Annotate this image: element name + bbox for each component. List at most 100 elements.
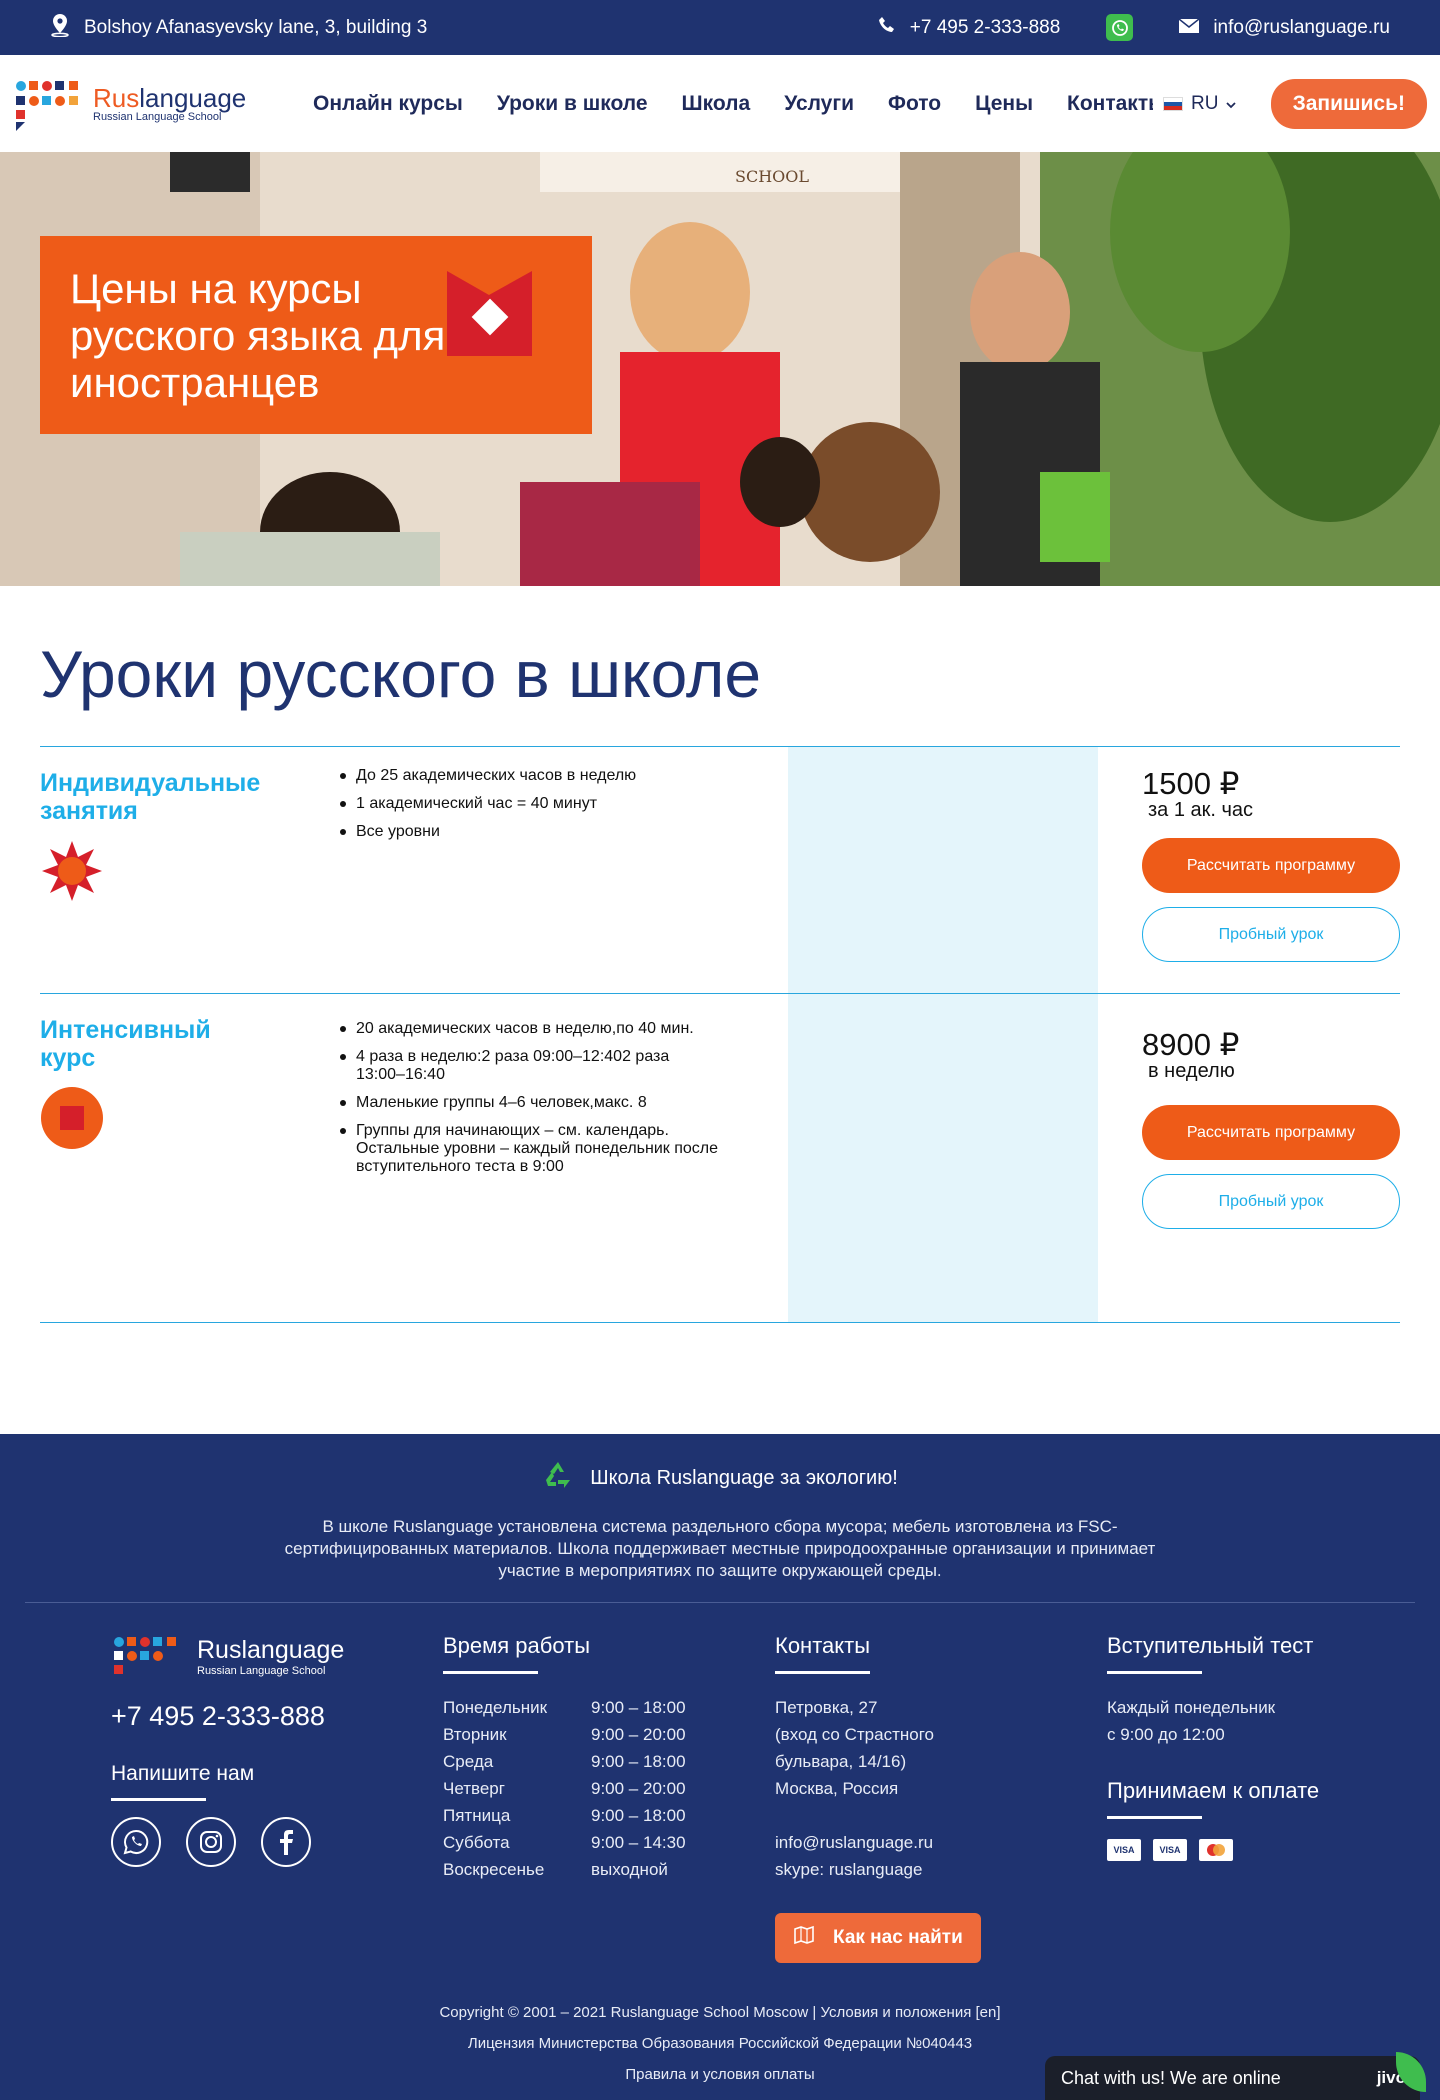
price-block: 8900 ₽ в неделю Рассчитать программу Про… bbox=[1142, 994, 1400, 1322]
price-amount: 8900 ₽ bbox=[1142, 1027, 1240, 1062]
language-selector[interactable]: RU bbox=[1163, 92, 1237, 115]
nav-school[interactable]: Школа bbox=[682, 92, 751, 116]
language-code: RU bbox=[1191, 92, 1219, 114]
contact-skype[interactable]: skype: ruslanguage bbox=[775, 1856, 1107, 1883]
address: Bolshoy Afanasyevsky lane, 3, building 3 bbox=[50, 13, 878, 43]
hours-row: Четверг 9:00 – 20:00 bbox=[443, 1779, 686, 1798]
price-table: Индивидуальные занятия До 25 академическ… bbox=[40, 746, 1400, 1323]
visa-electron-card-icon: VISA bbox=[1153, 1839, 1187, 1861]
nav-prices[interactable]: Цены bbox=[975, 92, 1033, 116]
price-row-individual: Индивидуальные занятия До 25 академическ… bbox=[40, 747, 1400, 994]
title-underline bbox=[1107, 1816, 1202, 1819]
calculate-program-button[interactable]: Рассчитать программу bbox=[1142, 838, 1400, 893]
whatsapp-icon[interactable] bbox=[1106, 14, 1134, 41]
test-title: Вступительный тест bbox=[1107, 1633, 1314, 1658]
phone-icon bbox=[878, 16, 896, 40]
hero-title-card: Цены на курсы русского языка для иностра… bbox=[40, 236, 592, 434]
nav-online-courses[interactable]: Онлайн курсы bbox=[313, 92, 463, 116]
school-lessons-section: Уроки русского в школе Индивидуальные за… bbox=[0, 636, 1440, 1323]
price-row-intensive: Интенсивный курс 20 академических часов … bbox=[40, 994, 1400, 1323]
footer-contacts-col: Контакты Петровка, 27 (вход со Страстног… bbox=[775, 1633, 1107, 1963]
features-list: До 25 академических часов в неделю 1 ака… bbox=[340, 747, 788, 993]
trial-lesson-button[interactable]: Пробный урок bbox=[1142, 907, 1400, 962]
footer: Школа Ruslanguage за экологию! В школе R… bbox=[0, 1434, 1440, 2100]
hours-row: Воскресенье выходной bbox=[443, 1860, 668, 1879]
title-underline bbox=[775, 1671, 870, 1674]
list-item: 4 раза в неделю:2 раза 09:00–12:402 раза… bbox=[340, 1048, 720, 1084]
footer-logo-sub: Russian Language School bbox=[197, 1664, 326, 1677]
footer-brand-col: Ruslanguage Russian Language School +7 4… bbox=[111, 1633, 443, 1963]
footer-logo-brand: Ruslanguage bbox=[197, 1635, 345, 1664]
list-item: Все уровни bbox=[340, 823, 788, 841]
price-block: 1500 ₽ за 1 ак. час Рассчитать программу… bbox=[1142, 747, 1400, 993]
russia-flag-icon bbox=[1163, 96, 1184, 111]
logo-brand: Ruslanguage bbox=[93, 82, 247, 113]
contact-line: (вход со Страстного bbox=[775, 1725, 934, 1744]
payment-title: Принимаем к оплате bbox=[1107, 1778, 1320, 1803]
ruslanguage-emblem-icon bbox=[447, 271, 532, 356]
price-unit: за 1 ак. час bbox=[1148, 799, 1254, 821]
logo-mosaic-icon bbox=[13, 76, 87, 132]
chat-widget[interactable]: Chat with us! We are online jivo bbox=[1045, 2052, 1426, 2100]
price-amount: 1500 ₽ bbox=[1142, 766, 1240, 801]
list-item: Группы для начинающих – см. календарь. О… bbox=[340, 1122, 720, 1176]
nav-school-lessons[interactable]: Уроки в школе bbox=[497, 92, 648, 116]
chevron-down-icon bbox=[1226, 93, 1237, 115]
location-pin-icon bbox=[50, 13, 70, 43]
footer-test-col: Вступительный тест Каждый понедельник с … bbox=[1107, 1633, 1439, 1963]
title-underline bbox=[111, 1798, 206, 1801]
email-text: info@ruslanguage.ru bbox=[1213, 16, 1390, 38]
chat-label: Chat with us! We are online bbox=[1061, 2067, 1281, 2088]
footer-logo-mosaic-icon bbox=[114, 1637, 176, 1674]
contact-line: бульвара, 14/16) bbox=[775, 1752, 907, 1771]
nav-contacts[interactable]: Контакты bbox=[1067, 92, 1153, 116]
test-line: с 9:00 до 12:00 bbox=[1107, 1725, 1225, 1744]
test-line: Каждый понедельник bbox=[1107, 1698, 1276, 1717]
title-underline bbox=[1107, 1671, 1202, 1674]
mastercard-icon bbox=[1199, 1839, 1233, 1861]
footer-logo[interactable]: Ruslanguage Russian Language School bbox=[111, 1633, 443, 1679]
logo[interactable]: Ruslanguage Russian Language School bbox=[13, 76, 313, 132]
section-title: Уроки русского в школе bbox=[40, 637, 762, 711]
price-unit: в неделю bbox=[1148, 1060, 1235, 1082]
contact-email[interactable]: info@ruslanguage.ru bbox=[775, 1829, 1107, 1856]
whatsapp-icon[interactable] bbox=[111, 1817, 161, 1867]
contact-line: Москва, Россия bbox=[775, 1779, 899, 1798]
trial-lesson-button[interactable]: Пробный урок bbox=[1142, 1174, 1400, 1229]
list-item: 1 академический час = 40 минут bbox=[340, 795, 788, 813]
calculate-program-button[interactable]: Рассчитать программу bbox=[1142, 1105, 1400, 1160]
email-link[interactable]: info@ruslanguage.ru bbox=[1178, 16, 1390, 39]
contacts-title: Контакты bbox=[775, 1633, 871, 1658]
main-header: Ruslanguage Russian Language School Онла… bbox=[0, 55, 1440, 152]
map-marker-icon bbox=[793, 1925, 815, 1951]
visa-card-icon: VISA bbox=[1107, 1839, 1141, 1861]
copyright[interactable]: Copyright © 2001 – 2021 Ruslanguage Scho… bbox=[0, 1997, 1440, 2028]
features-list: 20 академических часов в неделю,по 40 ми… bbox=[340, 994, 788, 1322]
write-us-title: Напишите нам bbox=[111, 1762, 255, 1785]
title-underline bbox=[443, 1671, 538, 1674]
facebook-icon[interactable] bbox=[261, 1817, 311, 1867]
footer-hours-col: Время работы Понедельник 9:00 – 18:00 Вто… bbox=[443, 1633, 775, 1963]
hours-row: Среда 9:00 – 18:00 bbox=[443, 1752, 686, 1771]
footer-phone[interactable]: +7 495 2-333-888 bbox=[111, 1701, 443, 1732]
instagram-icon[interactable] bbox=[186, 1817, 236, 1867]
payment-cards: VISA VISA bbox=[1107, 1839, 1439, 1861]
svg-text:SCHOOL: SCHOOL bbox=[735, 167, 809, 186]
top-bar: Bolshoy Afanasyevsky lane, 3, building 3… bbox=[0, 0, 1440, 55]
eco-block: Школа Ruslanguage за экологию! В школе R… bbox=[0, 1434, 1440, 1582]
contact-line: Петровка, 27 bbox=[775, 1698, 878, 1717]
list-item: 20 академических часов в неделю,по 40 ми… bbox=[340, 1020, 788, 1038]
hours-title: Время работы bbox=[443, 1633, 591, 1658]
signup-button[interactable]: Запишись! bbox=[1270, 78, 1427, 129]
list-item: Маленькие группы 4–6 человек,макс. 8 bbox=[340, 1094, 788, 1112]
main-nav: Онлайн курсы Уроки в школе Школа Услуги … bbox=[313, 92, 1153, 116]
find-us-button[interactable]: Как нас найти bbox=[775, 1913, 981, 1963]
list-item: До 25 академических часов в неделю bbox=[340, 767, 788, 785]
hours-row: Понедельник 9:00 – 18:00 bbox=[443, 1698, 686, 1717]
license: Лицензия Министерства Образования Россий… bbox=[467, 2035, 973, 2052]
phone-link[interactable]: +7 495 2-333-888 bbox=[878, 16, 1060, 40]
nav-photo[interactable]: Фото bbox=[888, 92, 941, 116]
hero-banner: SCHOOL Цены на курсы русского языка для … bbox=[0, 152, 1440, 586]
circle-square-icon bbox=[40, 1086, 340, 1155]
nav-services[interactable]: Услуги bbox=[784, 92, 854, 116]
